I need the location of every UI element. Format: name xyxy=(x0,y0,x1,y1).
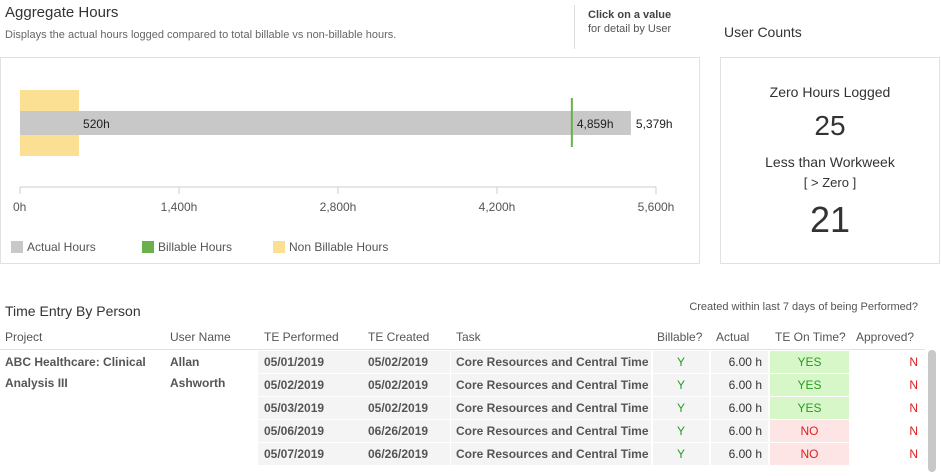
approved-cell: N xyxy=(909,424,918,438)
billable-cell: Y xyxy=(653,397,709,419)
approved-cell: N xyxy=(909,355,918,369)
te-performed-cell: 05/02/2019 xyxy=(258,374,362,396)
aggregate-hours-chart-panel: 520h 4,859h 5,379h 0h 1,400h 2,800h 4,200h 5,60… xyxy=(0,57,700,264)
col-header-actual[interactable]: Actual xyxy=(716,330,766,350)
legend-label-billable-hours[interactable]: Billable Hours xyxy=(158,240,232,254)
col-header-project[interactable]: Project xyxy=(5,330,155,350)
actual-hours-cell: 6.00 h xyxy=(711,397,768,419)
col-header-approved[interactable]: Approved? xyxy=(856,330,926,350)
time-entry-table: Project User Name TE Performed TE Create… xyxy=(0,330,941,476)
billable-hours-label: 4,859h xyxy=(577,117,614,131)
click-hint-bold: Click on a value xyxy=(588,9,672,21)
legend-swatch-non-billable-hours[interactable] xyxy=(273,241,285,253)
actual-hours-cell: 6.00 h xyxy=(711,351,768,373)
project-name-line1: ABC Healthcare: Clinical xyxy=(5,355,146,369)
project-name-line2: Analysis III xyxy=(5,376,68,390)
te-created-cell: 06/26/2019 xyxy=(362,420,450,442)
te-on-time-cell: NO xyxy=(770,420,849,442)
task-cell: Core Resources and Central Time F xyxy=(451,351,651,373)
te-on-time-cell: NO xyxy=(770,443,849,465)
legend-label-actual-hours[interactable]: Actual Hours xyxy=(27,240,96,254)
legend-swatch-actual-hours[interactable] xyxy=(11,241,23,253)
user-name-line2: Ashworth xyxy=(170,376,226,390)
zero-hours-label: Zero Hours Logged xyxy=(769,84,891,100)
created-within-note: Created within last 7 days of being Perf… xyxy=(689,301,918,313)
click-hint: Click on a value for detail by User xyxy=(588,8,671,36)
actual-hours-bar[interactable] xyxy=(20,111,631,135)
aggregate-hours-title: Aggregate Hours xyxy=(5,4,119,21)
actual-hours-cell: 6.00 h xyxy=(711,374,768,396)
billable-cell: Y xyxy=(653,443,709,465)
less-than-workweek-value[interactable]: 21 xyxy=(721,199,939,241)
header-divider-line xyxy=(0,349,925,350)
task-cell: Core Resources and Central Time F xyxy=(451,420,651,442)
col-header-user-name[interactable]: User Name xyxy=(170,330,255,350)
te-created-cell: 05/02/2019 xyxy=(362,351,450,373)
col-header-billable[interactable]: Billable? xyxy=(657,330,707,350)
billable-cell: Y xyxy=(653,351,709,373)
header-divider xyxy=(574,5,575,49)
task-cell: Core Resources and Central Time F xyxy=(451,443,651,465)
actual-hours-label: 5,379h xyxy=(636,117,673,131)
x-axis-tick-label: 1,400h xyxy=(161,200,198,214)
x-axis-tick-label: 5,600h xyxy=(638,200,675,214)
zero-hours-value[interactable]: 25 xyxy=(721,110,939,142)
user-name-line1: Allan xyxy=(170,355,200,369)
click-hint-rest: for detail by User xyxy=(588,23,672,35)
task-cell: Core Resources and Central Time F xyxy=(451,397,651,419)
te-performed-cell: 05/06/2019 xyxy=(258,420,362,442)
te-on-time-cell: YES xyxy=(770,397,849,419)
te-performed-cell: 05/01/2019 xyxy=(258,351,362,373)
actual-hours-cell: 6.00 h xyxy=(711,443,768,465)
col-header-task[interactable]: Task xyxy=(456,330,646,350)
approved-cell: N xyxy=(909,401,918,415)
user-counts-title: User Counts xyxy=(724,24,802,40)
col-header-te-performed[interactable]: TE Performed xyxy=(264,330,359,350)
approved-cell: N xyxy=(909,378,918,392)
te-performed-cell: 05/07/2019 xyxy=(258,443,362,465)
x-axis-tick-label: 2,800h xyxy=(320,200,357,214)
col-header-te-on-time[interactable]: TE On Time? xyxy=(775,330,850,350)
te-created-cell: 06/26/2019 xyxy=(362,443,450,465)
less-than-workweek-label: Less than Workweek xyxy=(765,154,895,170)
te-on-time-cell: YES xyxy=(770,374,849,396)
te-on-time-cell: YES xyxy=(770,351,849,373)
time-entry-title: Time Entry By Person xyxy=(5,303,141,319)
aggregate-hours-subtitle: Displays the actual hours logged compare… xyxy=(5,29,397,41)
approved-cell: N xyxy=(909,447,918,461)
user-counts-panel: Zero Hours Logged 25 Less than Workweek … xyxy=(720,57,940,264)
task-cell: Core Resources and Central Time F xyxy=(451,374,651,396)
billable-cell: Y xyxy=(653,420,709,442)
table-scrollbar[interactable] xyxy=(928,350,936,472)
non-billable-hours-label: 520h xyxy=(83,117,110,131)
billable-cell: Y xyxy=(653,374,709,396)
te-created-cell: 05/02/2019 xyxy=(362,374,450,396)
actual-hours-cell: 6.00 h xyxy=(711,420,768,442)
col-header-te-created[interactable]: TE Created xyxy=(368,330,448,350)
x-axis-tick-label: 0h xyxy=(13,200,26,214)
legend-label-non-billable-hours[interactable]: Non Billable Hours xyxy=(289,240,388,254)
aggregate-hours-chart: 520h 4,859h 5,379h 0h 1,400h 2,800h 4,200h 5,60… xyxy=(11,90,675,254)
te-created-cell: 05/02/2019 xyxy=(362,397,450,419)
te-performed-cell: 05/03/2019 xyxy=(258,397,362,419)
x-axis-tick-label: 4,200h xyxy=(479,200,516,214)
greater-than-zero-label: [ > Zero ] xyxy=(803,175,857,190)
legend-swatch-billable-hours[interactable] xyxy=(142,241,154,253)
